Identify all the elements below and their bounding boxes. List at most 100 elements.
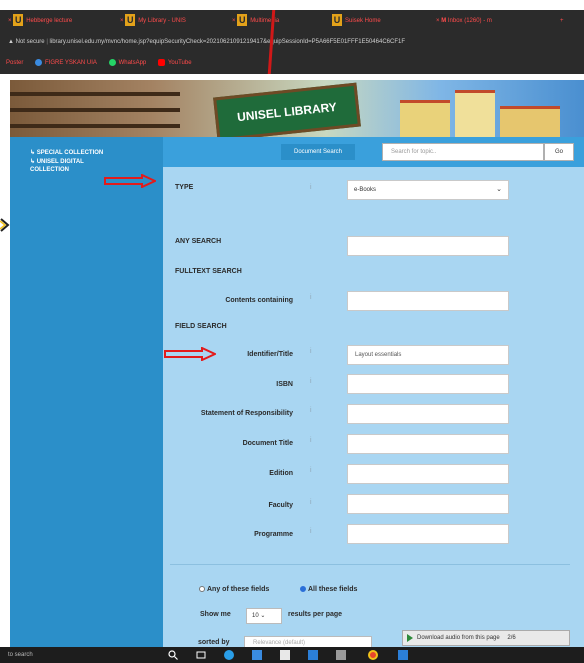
youtube-icon xyxy=(157,58,165,66)
any-search-input[interactable] xyxy=(347,236,509,256)
browser-tab[interactable]: × U Hebberge lecture xyxy=(4,13,112,29)
programme-input[interactable] xyxy=(347,524,509,544)
any-search-label: ANY SEARCH xyxy=(175,238,222,245)
tab-title: Hebberge lecture xyxy=(26,18,73,24)
field-label: Statement of Responsibility xyxy=(200,410,293,417)
browser-tab-bar: × U Hebberge lecture × U My Library - UNIS… xyxy=(0,10,584,32)
radio-all-fields[interactable] xyxy=(300,586,306,593)
bookshelf xyxy=(10,108,180,112)
close-icon[interactable]: × xyxy=(436,18,440,24)
info-icon[interactable]: i xyxy=(310,294,312,301)
tab-favicon-icon: U xyxy=(125,14,136,27)
new-tab-button[interactable]: + xyxy=(560,13,580,29)
results-per-page-select[interactable]: 10 ⌄ xyxy=(246,608,282,624)
topic-search-input[interactable]: Search for topic.. xyxy=(382,143,544,161)
whatsapp-icon xyxy=(108,58,116,66)
tab-title: My Library - UNIS xyxy=(138,18,186,24)
building-image xyxy=(400,100,450,137)
tab-favicon-icon: U xyxy=(13,14,24,27)
browser-tab[interactable]: U Suisek Home xyxy=(332,13,428,29)
not-secure-label: Not secure xyxy=(15,39,45,45)
info-icon[interactable]: i xyxy=(310,467,312,474)
field-search-label: FIELD SEARCH xyxy=(175,323,227,330)
field-label: ISBN xyxy=(276,381,293,388)
browser-tab[interactable]: × U My Library - UNIS xyxy=(116,13,224,29)
bag-icon[interactable] xyxy=(280,650,290,660)
contents-containing-input[interactable] xyxy=(347,291,509,311)
play-icon xyxy=(407,634,413,642)
download-audio-bar[interactable]: Download audio from this page 2/6 xyxy=(402,630,570,646)
gmail-icon: M xyxy=(441,18,447,24)
fulltext-search-label: FULLTEXT SEARCH xyxy=(175,268,242,275)
statement-of-responsibility-input[interactable] xyxy=(347,404,509,424)
bookmark-item[interactable]: Poster xyxy=(6,52,23,74)
radio-any-fields[interactable] xyxy=(199,586,205,593)
word-icon[interactable] xyxy=(398,650,408,660)
type-select-value: e-Books xyxy=(354,187,377,193)
info-icon[interactable]: i xyxy=(310,407,312,414)
edge-icon[interactable] xyxy=(224,650,234,660)
results-per-page-label: results per page xyxy=(288,611,343,618)
bookmark-item[interactable]: FIGRE YSKAN UIA xyxy=(35,52,97,74)
taskbar-search[interactable]: to search xyxy=(8,647,33,663)
address-bar[interactable]: ▲ Not secure | library.unisel.edu.my/mvn… xyxy=(0,32,584,52)
bookmark-item[interactable]: WhatsApp xyxy=(108,52,146,74)
info-icon[interactable]: i xyxy=(310,499,312,506)
arrow-annotation-icon xyxy=(104,174,156,188)
field-label: Edition xyxy=(269,470,293,477)
document-search-button[interactable]: Document Search xyxy=(281,144,355,160)
sidebar-item-special-collection[interactable]: ↳ SPECIAL COLLECTION xyxy=(30,149,103,157)
contents-containing-label: Contents containing xyxy=(225,297,293,304)
tab-favicon-icon: U xyxy=(237,14,248,27)
sidebar-item-digital-collection[interactable]: ↳ UNISEL DIGITAL COLLECTION xyxy=(30,158,120,174)
banner-title: UNISEL LIBRARY xyxy=(213,82,361,137)
info-icon[interactable]: i xyxy=(310,184,312,191)
tab-title: Inbox (1260) - m xyxy=(447,18,492,24)
bookmark-item[interactable]: YouTube xyxy=(157,52,192,74)
browser-tab[interactable]: × U Multimedia xyxy=(228,13,328,29)
field-label: Faculty xyxy=(268,502,293,509)
isbn-input[interactable] xyxy=(347,374,509,394)
all-fields-option[interactable]: All these fields xyxy=(300,586,357,593)
go-button[interactable]: Go xyxy=(544,143,574,161)
bookshelf xyxy=(10,124,180,128)
show-me-label: Show me xyxy=(200,611,231,618)
library-banner: UNISEL LIBRARY xyxy=(10,80,584,137)
building-image xyxy=(500,106,560,137)
edition-input[interactable] xyxy=(347,464,509,484)
field-label: Identifier/Title xyxy=(247,351,293,358)
chrome-icon[interactable] xyxy=(368,650,378,660)
identifier-title-input[interactable]: Layout essentials xyxy=(347,345,509,365)
info-icon[interactable]: i xyxy=(310,348,312,355)
type-select[interactable]: e-Books ⌄ xyxy=(347,180,509,200)
close-icon[interactable]: × xyxy=(232,18,236,24)
chevron-right-icon xyxy=(0,218,10,232)
sorted-by-label: sorted by xyxy=(198,639,230,646)
info-icon[interactable]: i xyxy=(310,437,312,444)
mail-icon[interactable] xyxy=(308,650,318,660)
info-icon[interactable]: i xyxy=(310,528,312,535)
download-bar-counter: 2/6 xyxy=(507,635,516,641)
windows-taskbar: to search xyxy=(0,647,584,663)
tab-title: Multimedia xyxy=(250,18,280,24)
task-view-icon[interactable] xyxy=(196,650,206,660)
any-fields-option[interactable]: Any of these fields xyxy=(199,586,269,593)
info-icon[interactable]: i xyxy=(310,378,312,385)
tab-favicon-icon: U xyxy=(332,14,342,27)
faculty-input[interactable] xyxy=(347,494,509,514)
browser-tab[interactable]: × M Inbox (1260) - m xyxy=(432,13,552,29)
camera-icon[interactable] xyxy=(336,650,346,660)
tab-title: Suisek Home xyxy=(345,18,381,24)
search-icon[interactable] xyxy=(168,650,178,660)
chevron-down-icon: ⌄ xyxy=(496,186,502,193)
document-title-input[interactable] xyxy=(347,434,509,454)
close-icon[interactable]: × xyxy=(120,18,124,24)
bookmark-icon xyxy=(35,58,43,66)
field-label: Document Title xyxy=(242,440,293,447)
store-icon[interactable] xyxy=(252,650,262,660)
divider xyxy=(170,564,570,565)
chevron-down-icon: ⌄ xyxy=(260,613,266,619)
close-icon[interactable]: × xyxy=(8,18,12,24)
url-text[interactable]: library.unisel.edu.my/mvnc/home.jsp?equi… xyxy=(50,39,405,45)
bookmarks-bar: Poster FIGRE YSKAN UIA WhatsApp YouTube xyxy=(0,52,584,74)
